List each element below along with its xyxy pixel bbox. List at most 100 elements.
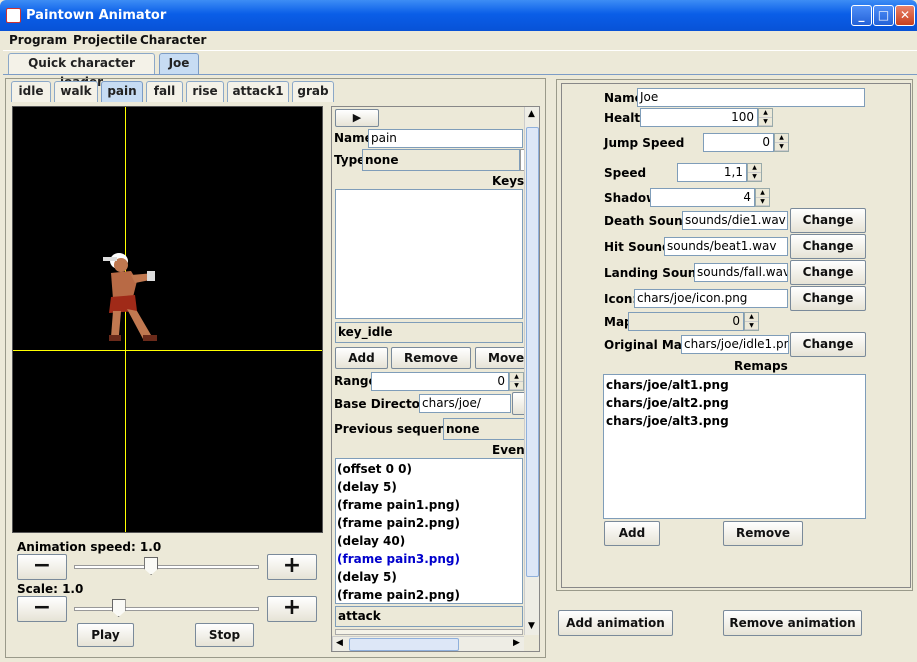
spin-down-icon[interactable]: ▼	[775, 143, 788, 151]
vertical-scroll-thumb[interactable]	[526, 127, 539, 577]
menu-character[interactable]: Character	[140, 33, 206, 47]
map-input[interactable]: 0	[628, 312, 744, 331]
range-input[interactable]: 0	[371, 372, 509, 391]
speed-slider-track[interactable]	[74, 565, 259, 569]
scroll-right-icon[interactable]: ▶	[513, 638, 520, 648]
previous-sequence-select[interactable]: none	[443, 418, 527, 440]
event-row[interactable]: (frame pain2.png)	[337, 514, 522, 532]
maximize-icon: □	[877, 8, 890, 22]
speed-input[interactable]: 1,1	[677, 163, 747, 182]
animation-preview-canvas[interactable]	[12, 106, 323, 533]
scale-increase-button[interactable]: +	[267, 596, 317, 622]
spin-up-icon[interactable]: ▲	[756, 189, 769, 198]
spin-down-icon[interactable]: ▼	[510, 382, 523, 390]
speed-increase-button[interactable]: +	[267, 554, 317, 580]
event-row[interactable]: (delay 5)	[337, 478, 522, 496]
keys-list[interactable]	[335, 189, 523, 319]
maximize-button[interactable]: □	[873, 5, 894, 26]
hit-sound-change-button[interactable]: Change	[790, 234, 866, 259]
events-list[interactable]: (offset 0 0) (delay 5) (frame pain1.png)…	[335, 458, 523, 604]
key-add-button[interactable]: Add	[335, 347, 388, 369]
spin-down-icon[interactable]: ▼	[745, 322, 758, 330]
icon-label: Icon:	[604, 292, 638, 306]
jump-speed-spinner[interactable]: ▲ ▼	[774, 133, 789, 152]
play-button[interactable]: Play	[77, 623, 134, 647]
spin-down-icon[interactable]: ▼	[748, 173, 761, 181]
range-spinner[interactable]: ▲ ▼	[509, 372, 524, 391]
event-row[interactable]: (delay 5)	[337, 568, 522, 586]
map-spinner[interactable]: ▲ ▼	[744, 312, 759, 331]
original-map-change-button[interactable]: Change	[790, 332, 866, 357]
original-map-input[interactable]: chars/joe/idle1.png	[681, 335, 789, 354]
health-spinner[interactable]: ▲ ▼	[758, 108, 773, 127]
hit-sound-input[interactable]: sounds/beat1.wav	[664, 237, 788, 256]
tab-grab[interactable]: grab	[292, 81, 334, 102]
spin-up-icon[interactable]: ▲	[510, 373, 523, 382]
remaps-list[interactable]: chars/joe/alt1.png chars/joe/alt2.png ch…	[603, 374, 866, 519]
scale-slider-track[interactable]	[74, 607, 259, 611]
horizontal-scroll-thumb[interactable]	[349, 638, 459, 651]
key-remove-button[interactable]: Remove	[391, 347, 471, 369]
health-input[interactable]: 100	[640, 108, 758, 127]
animation-editor-scrollpane: ▶ Name pain Type none Keys key_idle Add …	[331, 106, 540, 652]
close-button[interactable]: ✕	[895, 5, 915, 26]
tab-joe[interactable]: Joe	[159, 53, 199, 74]
event-row[interactable]: (delay 40)	[337, 532, 522, 550]
remap-remove-button[interactable]: Remove	[723, 521, 803, 546]
remap-item[interactable]: chars/joe/alt3.png	[606, 412, 865, 430]
shadow-input[interactable]: 4	[650, 188, 755, 207]
speed-spinner[interactable]: ▲ ▼	[747, 163, 762, 182]
scroll-left-icon[interactable]: ◀	[336, 638, 343, 648]
stop-button[interactable]: Stop	[195, 623, 254, 647]
tab-quick-character-loader[interactable]: Quick character loader	[8, 53, 155, 89]
remap-add-button[interactable]: Add	[604, 521, 660, 546]
tab-walk[interactable]: walk	[54, 81, 98, 102]
spin-up-icon[interactable]: ▲	[745, 313, 758, 322]
event-row-selected[interactable]: (frame pain3.png)	[337, 550, 522, 568]
death-sound-change-button[interactable]: Change	[790, 208, 866, 233]
scroll-up-icon[interactable]: ▲	[528, 109, 535, 119]
speed-decrease-button[interactable]: −	[17, 554, 67, 580]
event-type-select[interactable]: attack	[335, 606, 523, 627]
close-icon: ✕	[899, 8, 911, 22]
tab-rise[interactable]: rise	[186, 81, 224, 102]
shadow-spinner[interactable]: ▲ ▼	[755, 188, 770, 207]
icon-change-button[interactable]: Change	[790, 286, 866, 311]
spin-up-icon[interactable]: ▲	[748, 164, 761, 173]
tab-fall[interactable]: fall	[146, 81, 183, 102]
scroll-down-icon[interactable]: ▼	[528, 621, 535, 631]
spin-down-icon[interactable]: ▼	[756, 198, 769, 206]
icon-path-input[interactable]: chars/joe/icon.png	[634, 289, 788, 308]
minimize-button[interactable]: _	[851, 5, 872, 26]
char-name-input[interactable]: Joe	[637, 88, 865, 107]
spin-up-icon[interactable]: ▲	[775, 134, 788, 143]
remove-animation-button[interactable]: Remove animation	[723, 610, 862, 636]
death-sound-input[interactable]: sounds/die1.wav	[682, 211, 788, 230]
play-sequence-button[interactable]: ▶	[335, 109, 379, 127]
editor-vertical-scrollbar[interactable]: ▲ ▼	[524, 107, 539, 635]
menu-program[interactable]: Program	[9, 33, 67, 47]
spin-up-icon[interactable]: ▲	[759, 109, 772, 118]
menu-projectile[interactable]: Projectile	[73, 33, 137, 47]
event-row[interactable]: (offset 0 0)	[337, 460, 522, 478]
add-animation-button[interactable]: Add animation	[558, 610, 673, 636]
landing-sound-input[interactable]: sounds/fall.wav	[694, 263, 788, 282]
key-select[interactable]: key_idle	[335, 322, 523, 343]
jump-speed-input[interactable]: 0	[703, 133, 774, 152]
landing-sound-change-button[interactable]: Change	[790, 260, 866, 285]
tab-pain[interactable]: pain	[101, 81, 143, 102]
tab-attack1[interactable]: attack1	[227, 81, 289, 102]
anim-type-select[interactable]: none	[362, 149, 520, 171]
tab-idle[interactable]: idle	[11, 81, 51, 102]
base-directory-input[interactable]: chars/joe/	[419, 394, 511, 413]
menu-bar: Program Projectile Character	[3, 31, 917, 51]
event-row[interactable]: (frame pain1.png)	[337, 496, 522, 514]
remap-item[interactable]: chars/joe/alt2.png	[606, 394, 865, 412]
event-row[interactable]: (frame pain2.png)	[337, 586, 522, 604]
remap-item[interactable]: chars/joe/alt1.png	[606, 376, 865, 394]
anim-name-input[interactable]: pain	[368, 129, 523, 148]
scale-decrease-button[interactable]: −	[17, 596, 67, 622]
spin-down-icon[interactable]: ▼	[759, 118, 772, 126]
character-sprite	[103, 253, 157, 341]
editor-horizontal-scrollbar[interactable]: ◀ ▶	[332, 636, 524, 651]
